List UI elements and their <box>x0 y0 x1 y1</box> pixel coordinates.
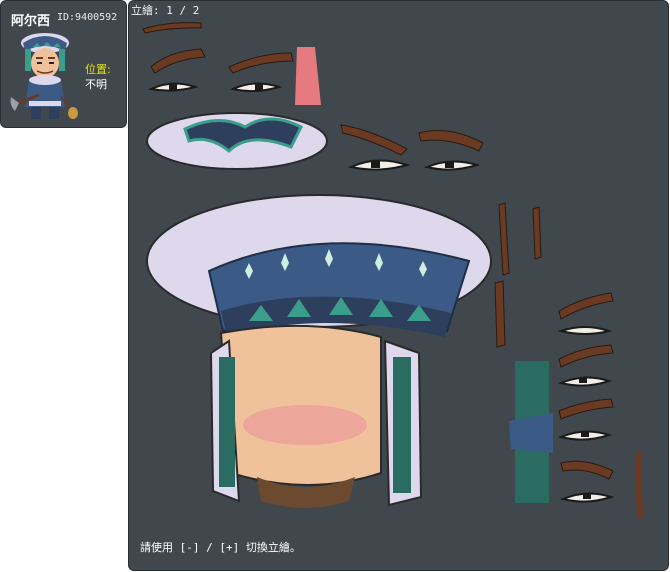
eye-parts-mid <box>347 159 481 171</box>
npc-sprite <box>10 33 78 119</box>
illustration-panel: 立繪: 1 / 2 請使用 [-] / [+] 切換立繪。 <box>128 0 669 571</box>
clothing-fragment-part <box>509 361 553 503</box>
npc-info-card: 阿尔西 ID:9400592 位置: 不明 <box>0 0 127 128</box>
eye-parts-top <box>147 82 283 93</box>
eyebrow-part-edge <box>635 451 643 519</box>
page-counter: 立繪: 1 / 2 <box>131 4 200 17</box>
location-value: 不明 <box>85 78 107 91</box>
switch-hint: 請使用 [-] / [+] 切換立繪。 <box>140 541 301 554</box>
eyebrow-parts-vertical <box>494 202 542 348</box>
mustache-fur-part <box>146 112 328 170</box>
blush-part <box>295 47 321 105</box>
location-label: 位置: <box>85 63 111 76</box>
eyebrow-parts-top <box>142 22 294 74</box>
npc-id: ID:9400592 <box>57 12 118 23</box>
eyebrow-parts-mid <box>340 124 484 156</box>
face-base-part <box>219 324 382 508</box>
hat-part <box>146 194 492 337</box>
illustration-parts-sheet <box>142 22 643 519</box>
